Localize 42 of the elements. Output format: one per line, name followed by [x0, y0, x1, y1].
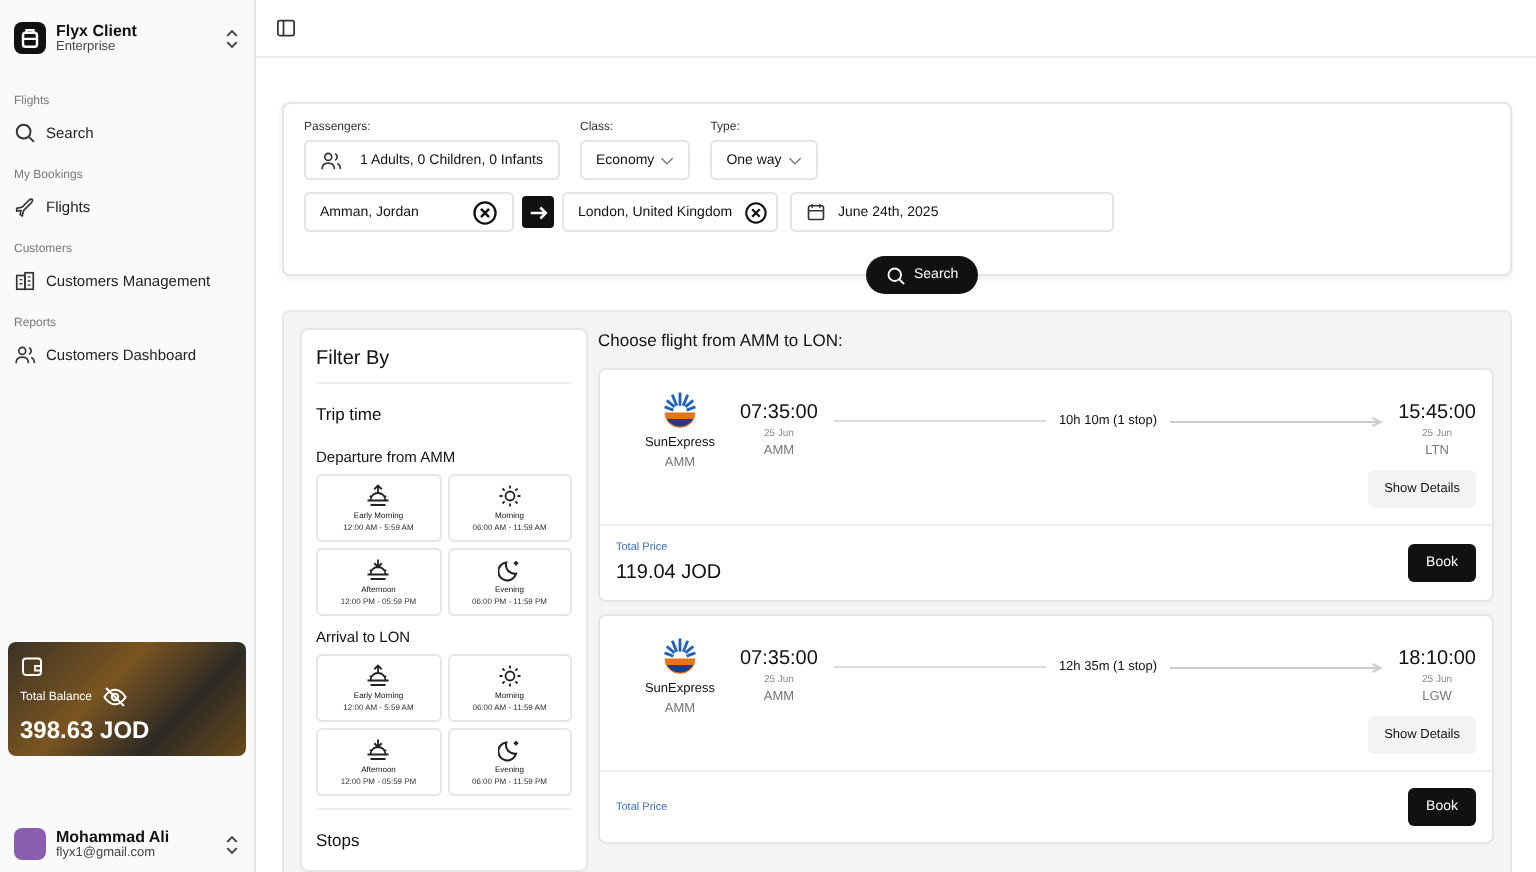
- plane-icon: [14, 196, 36, 218]
- sunrise-icon: [366, 484, 391, 508]
- calendar-icon: [806, 202, 826, 222]
- clear-icon[interactable]: [472, 199, 498, 225]
- arrow-line-icon: [1169, 661, 1383, 673]
- search-icon: [886, 265, 906, 285]
- results-title: Choose flight from AMM to LON:: [598, 330, 845, 350]
- departure-time: 07:35:00: [740, 648, 818, 670]
- avatar: [14, 828, 46, 860]
- workspace-logo-icon: [14, 22, 46, 54]
- arrow-line-icon: [1169, 415, 1383, 427]
- users-icon: [320, 149, 342, 171]
- filter-section-title: Stops: [316, 830, 362, 850]
- arrival-time: 18:10:00: [1398, 648, 1476, 670]
- moon-icon: [497, 738, 522, 762]
- workspace-name: Flyx Client: [56, 22, 139, 40]
- sidebar-toggle-icon[interactable]: [276, 18, 296, 38]
- clear-icon[interactable]: [744, 199, 768, 225]
- chevron-down-icon: [660, 155, 675, 165]
- filter-title: Filter By: [316, 348, 392, 370]
- sun-icon: [497, 664, 522, 688]
- building-icon: [14, 270, 36, 292]
- balance-amount: 398.63 JOD: [20, 716, 152, 744]
- search-icon: [14, 122, 36, 144]
- filter-section-title: Trip time: [316, 404, 384, 424]
- wallet-icon: [20, 654, 44, 678]
- swap-button[interactable]: [522, 196, 554, 228]
- total-price: 119.04 JOD: [616, 562, 722, 584]
- chevron-up-down-icon[interactable]: [224, 27, 240, 49]
- sunset-icon: [366, 558, 391, 582]
- sunset-icon: [366, 738, 391, 762]
- moon-icon: [497, 558, 522, 582]
- chevron-down-icon: [787, 155, 802, 165]
- departure-time: 07:35:00: [740, 402, 818, 424]
- user-name: Mohammad Ali: [56, 828, 172, 846]
- arrow-right-icon: [527, 201, 549, 223]
- eye-off-icon[interactable]: [102, 684, 129, 710]
- arrival-time: 15:45:00: [1398, 402, 1476, 424]
- sunrise-icon: [366, 664, 391, 688]
- users-icon: [14, 344, 36, 366]
- sun-icon: [497, 484, 522, 508]
- chevron-up-down-icon[interactable]: [224, 833, 240, 855]
